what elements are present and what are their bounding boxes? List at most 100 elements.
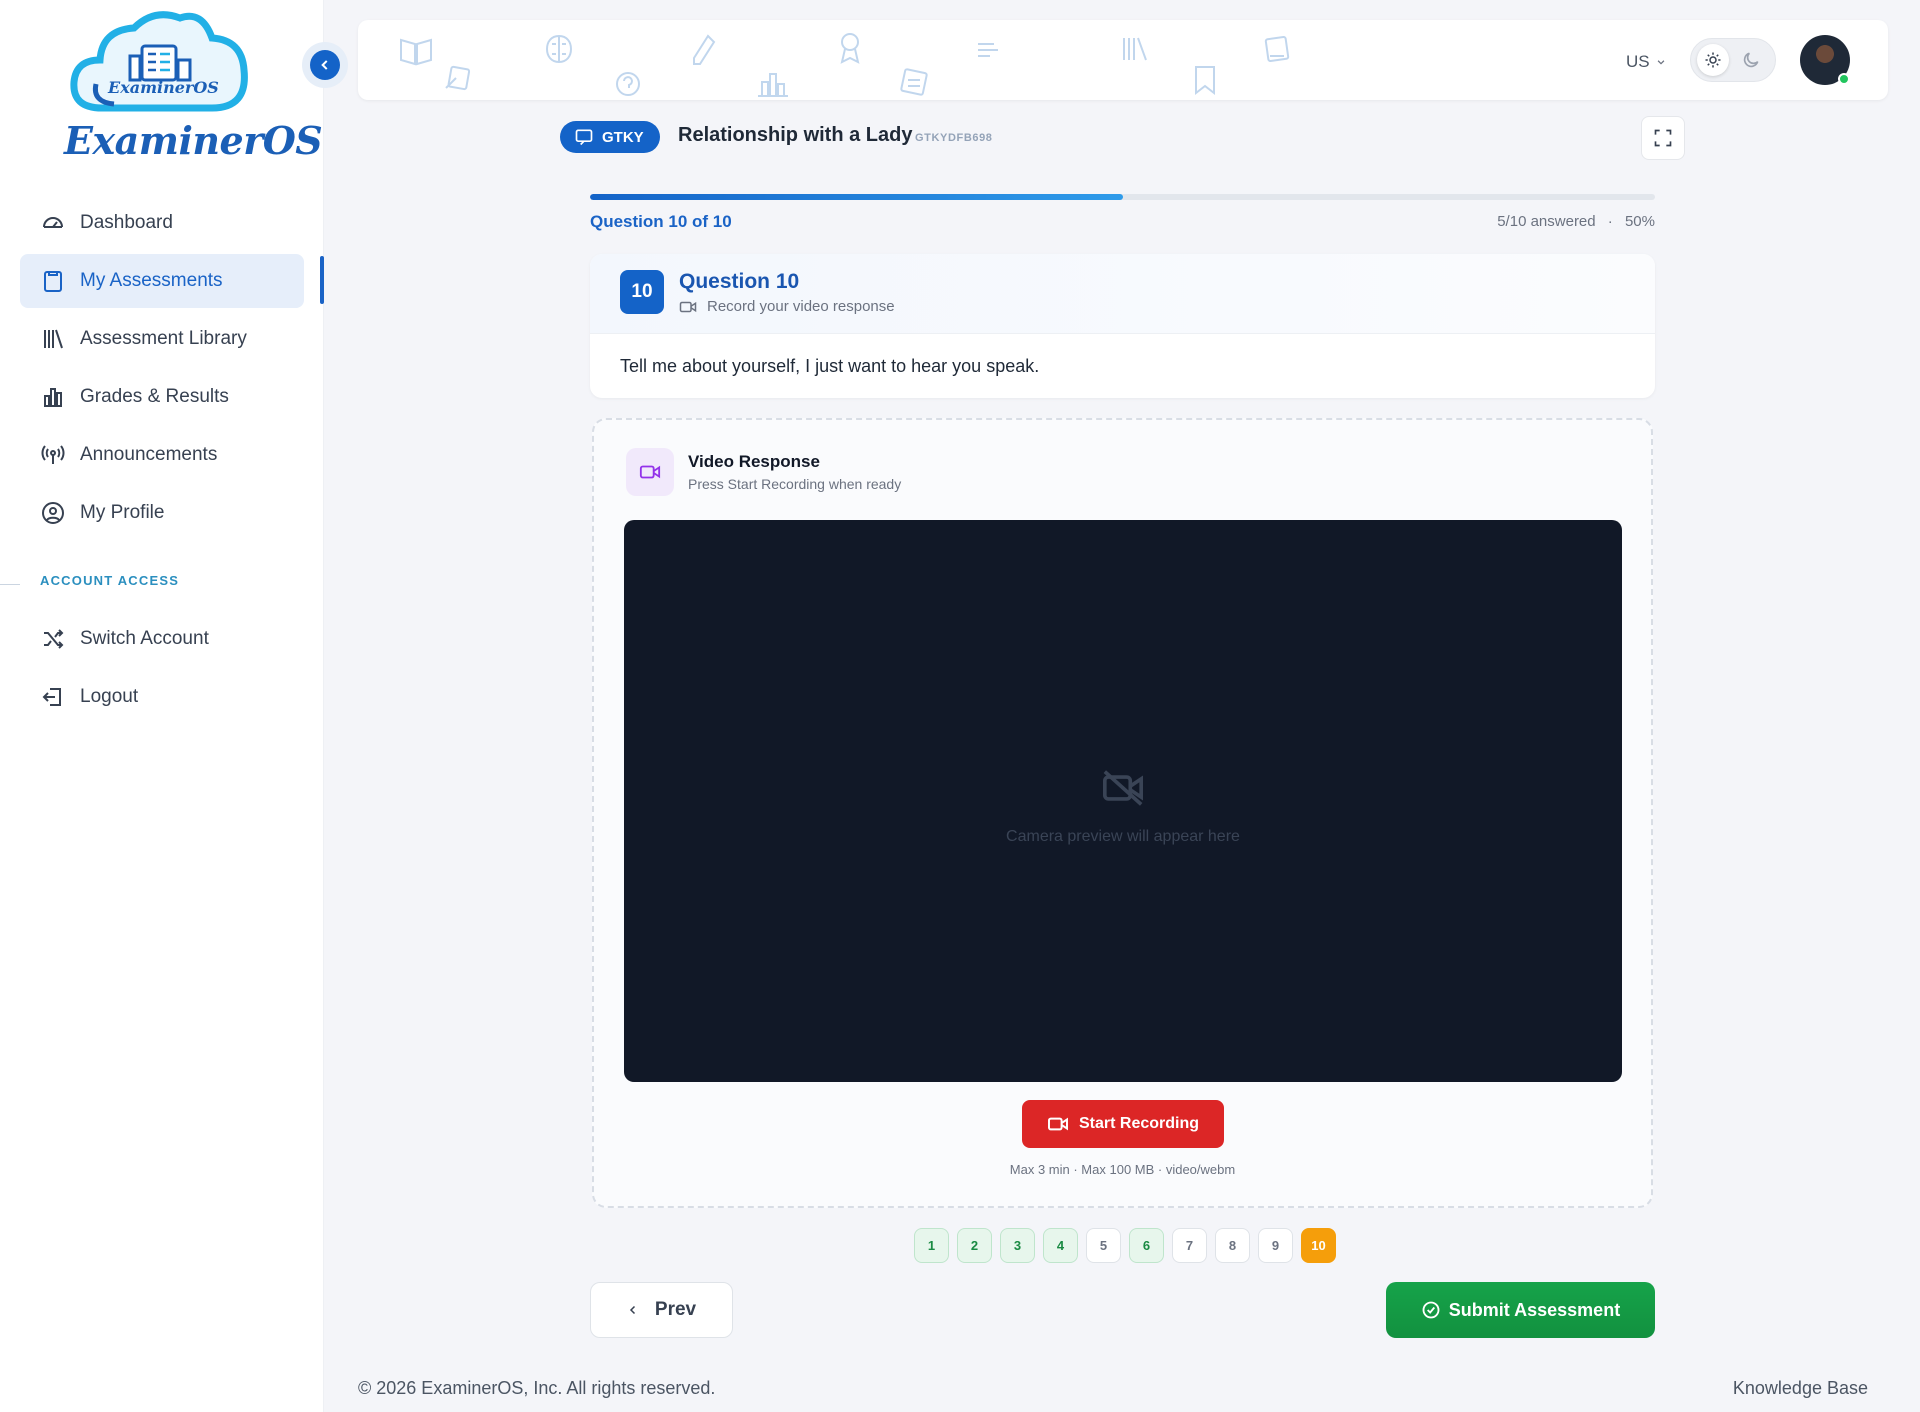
sun-icon	[1697, 44, 1729, 76]
lines-decoration-icon	[978, 43, 998, 57]
video-camera-icon	[679, 301, 697, 312]
cloud-logo-icon	[70, 11, 248, 112]
submit-assessment-button[interactable]: Submit Assessment	[1386, 1282, 1655, 1338]
sidebar-item-label: Announcements	[80, 444, 218, 465]
question-counter: Question 10 of 10	[590, 212, 732, 231]
account-nav: Switch Account Logout	[20, 612, 304, 728]
online-status-dot	[1838, 73, 1850, 85]
question-text: Tell me about yourself, I just want to h…	[620, 356, 1040, 376]
assessment-type-badge: GTKY	[560, 121, 660, 153]
question-header: 10 Question 10 Record your video respons…	[590, 254, 1655, 334]
sidebar-item-label: Switch Account	[80, 628, 209, 649]
sidebar-item-switch-account[interactable]: Switch Account	[20, 612, 304, 666]
start-recording-button[interactable]: Start Recording	[1022, 1100, 1224, 1148]
chevron-left-icon	[629, 1305, 635, 1315]
sidebar-nav: Dashboard My Assessments Assessment Libr…	[20, 196, 304, 544]
pencil-paper-decoration-icon	[445, 65, 471, 91]
video-icon	[626, 448, 674, 496]
question-subtitle-text: Record your video response	[707, 298, 895, 315]
video-response-panel: Video Response Press Start Recording whe…	[592, 418, 1653, 1208]
expand-icon	[1654, 129, 1672, 147]
sidebar-item-announcements[interactable]: Announcements	[20, 428, 304, 482]
answered-summary: 5/10 answered · 50%	[1497, 213, 1655, 230]
knowledge-base-link[interactable]: Knowledge Base	[1733, 1378, 1868, 1399]
assessment-code: GTKYDFB698	[915, 132, 993, 144]
logout-icon	[40, 684, 66, 710]
pen-decoration-icon	[693, 34, 716, 65]
sidebar-item-label: Grades & Results	[80, 386, 229, 407]
video-response-title: Video Response	[688, 452, 820, 471]
sidebar: ExaminerOS ExaminerOS Dashboard My Asses…	[0, 0, 324, 1412]
sidebar-item-label: My Profile	[80, 502, 165, 523]
prev-label: Prev	[654, 1299, 697, 1320]
video-response-subtitle: Press Start Recording when ready	[688, 476, 902, 492]
collapse-sidebar-button[interactable]	[302, 42, 348, 88]
question-card: 10 Question 10 Record your video respons…	[590, 254, 1655, 398]
section-divider	[0, 584, 20, 585]
page-button[interactable]: 7	[1172, 1228, 1207, 1263]
progress-bar	[590, 194, 1655, 200]
award-decoration-icon	[840, 33, 860, 64]
gauge-icon	[40, 210, 66, 236]
copyright-text: © 2026 ExaminerOS, Inc. All rights reser…	[358, 1378, 716, 1398]
language-selector[interactable]: US	[1626, 52, 1666, 72]
moon-icon	[1743, 52, 1759, 68]
language-label: US	[1626, 52, 1650, 71]
bookmark-decoration-icon	[1195, 66, 1215, 96]
sidebar-item-my-assessments[interactable]: My Assessments	[20, 254, 304, 308]
page-button[interactable]: 2	[957, 1228, 992, 1263]
brain-decoration-icon	[545, 34, 573, 64]
chat-icon	[575, 129, 593, 146]
chevron-down-icon	[1657, 60, 1664, 65]
answered-percent: 50%	[1624, 213, 1655, 230]
sidebar-item-dashboard[interactable]: Dashboard	[20, 196, 304, 250]
check-circle-icon	[1422, 1301, 1440, 1319]
broadcast-icon	[40, 442, 66, 468]
record-video-icon	[1047, 1117, 1068, 1131]
start-recording-label: Start Recording	[1078, 1115, 1199, 1132]
assessment-title: Relationship with a Lady	[678, 124, 913, 146]
clipboard-icon	[40, 268, 66, 294]
shuffle-icon	[40, 626, 66, 652]
page-button[interactable]: 1	[914, 1228, 949, 1263]
page-button[interactable]: 8	[1215, 1228, 1250, 1263]
page-button[interactable]: 6	[1129, 1228, 1164, 1263]
question-pagination: 1 2 3 4 5 6 7 8 9 10	[914, 1228, 1336, 1263]
assessment-tag: GTKY	[602, 128, 644, 146]
note-decoration-icon	[900, 68, 928, 96]
sidebar-item-label: Logout	[80, 686, 139, 707]
camera-placeholder-text: Camera preview will appear here	[1006, 828, 1240, 845]
submit-label: Submit Assessment	[1448, 1299, 1621, 1320]
user-avatar[interactable]	[1800, 35, 1850, 85]
sidebar-item-label: Dashboard	[80, 212, 173, 233]
sidebar-item-my-profile[interactable]: My Profile	[20, 486, 304, 540]
book-decoration-icon	[400, 38, 432, 66]
answered-count: 5/10 answered	[1497, 213, 1596, 230]
question-title: Question 10	[679, 270, 800, 293]
chevron-left-icon	[321, 60, 328, 70]
page-button[interactable]: 5	[1086, 1228, 1121, 1263]
camera-off-icon	[1103, 770, 1143, 806]
progress-fill	[590, 194, 1123, 200]
sidebar-item-grades-results[interactable]: Grades & Results	[20, 370, 304, 424]
chart-decoration-icon	[758, 73, 788, 97]
app-name: ExaminerOS	[64, 118, 323, 163]
bar-chart-icon	[40, 384, 66, 410]
prev-button[interactable]: Prev	[590, 1282, 733, 1338]
active-indicator	[320, 256, 324, 304]
page-button[interactable]: 3	[1000, 1228, 1035, 1263]
question-subtitle: Record your video response	[679, 298, 895, 315]
recording-limits: Max 3 min · Max 100 MB · video/webm	[1009, 1162, 1236, 1177]
fullscreen-button[interactable]	[1641, 116, 1685, 160]
sidebar-item-assessment-library[interactable]: Assessment Library	[20, 312, 304, 366]
page-button[interactable]: 10	[1301, 1228, 1336, 1263]
sidebar-item-logout[interactable]: Logout	[20, 670, 304, 724]
library-icon	[40, 326, 66, 352]
page-button[interactable]: 4	[1043, 1228, 1078, 1263]
theme-toggle[interactable]	[1690, 38, 1776, 82]
sidebar-item-label: My Assessments	[80, 270, 223, 291]
library-decoration-icon	[1123, 37, 1147, 61]
user-circle-icon	[40, 500, 66, 526]
logo-badge-text: ExaminerOS	[108, 78, 219, 97]
page-button[interactable]: 9	[1258, 1228, 1293, 1263]
